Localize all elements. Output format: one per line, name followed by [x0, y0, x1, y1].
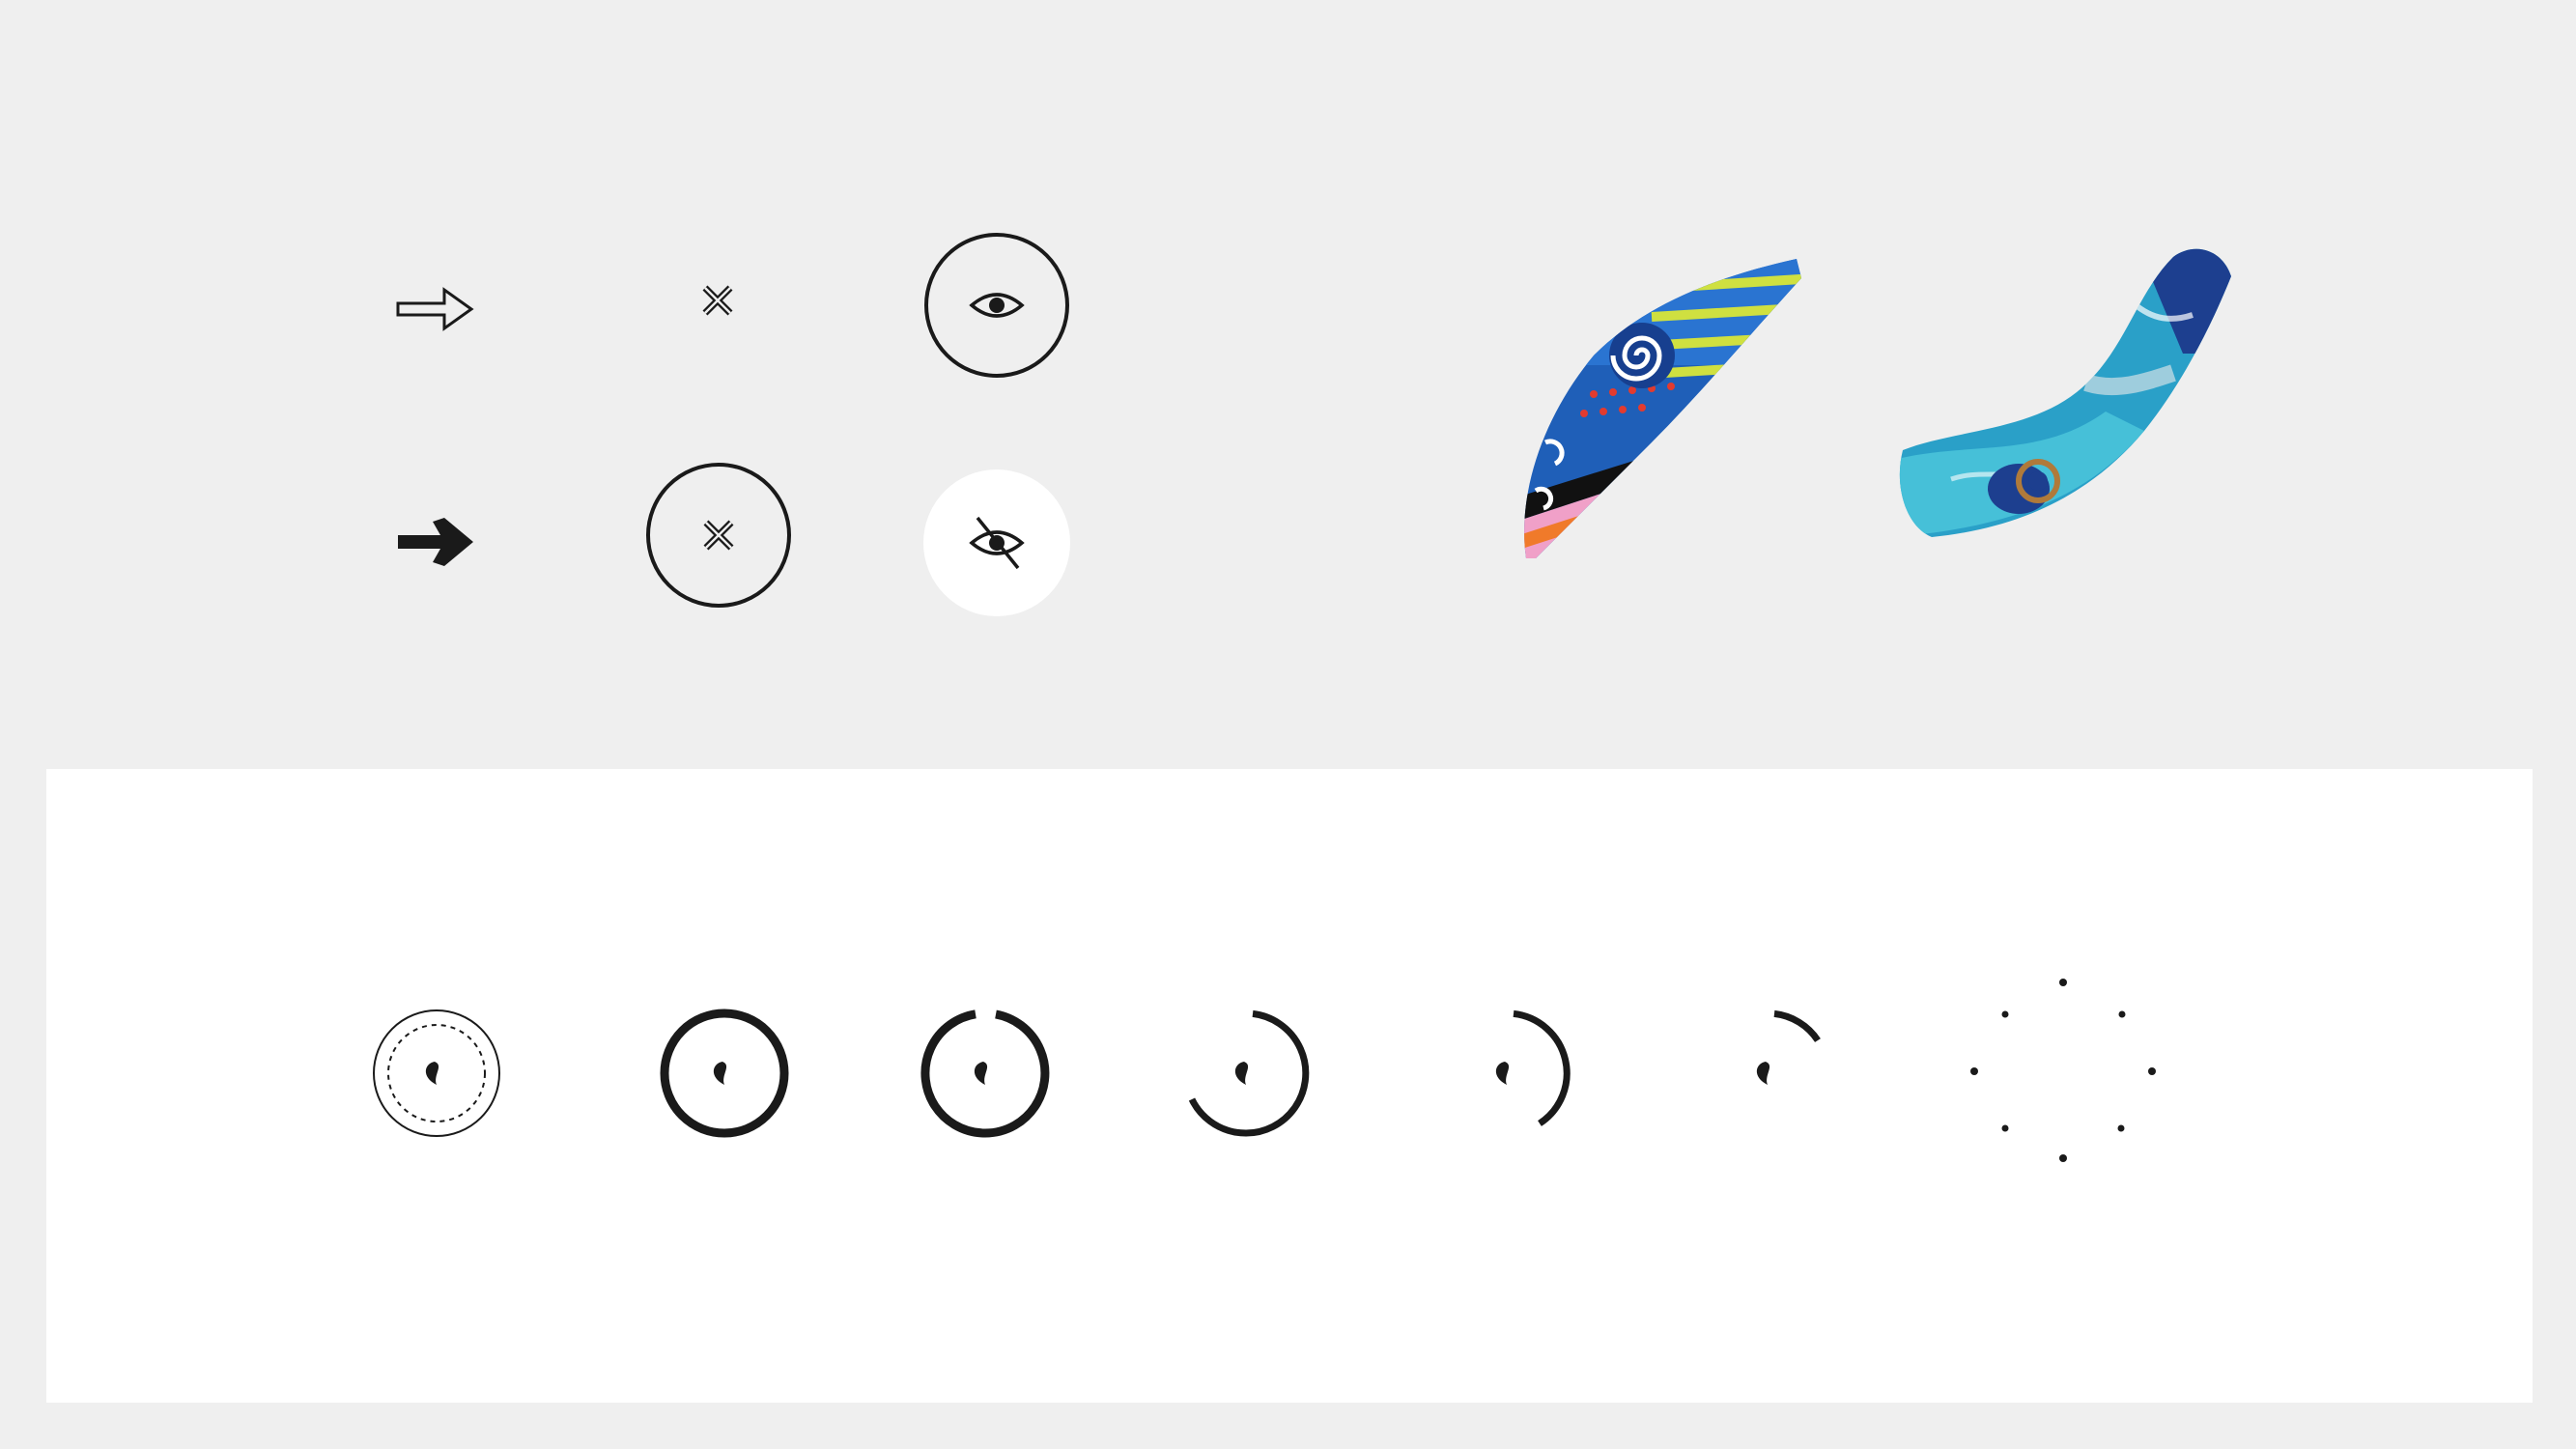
loader-step-4: [1756, 1009, 1821, 1085]
drop-icon: [1495, 1062, 1510, 1085]
drop-icon: [1756, 1062, 1770, 1085]
eye-off-circle-filled-icon[interactable]: [923, 469, 1070, 616]
close-circle-outline-icon[interactable]: [645, 462, 792, 609]
patterned-brush-stroke: [1524, 259, 1801, 558]
close-small-icon[interactable]: [701, 284, 734, 317]
drop-icon: [1234, 1062, 1249, 1085]
eye-circle-outline-icon[interactable]: [923, 232, 1070, 379]
loader-full: [660, 1009, 789, 1138]
drop-icon: [425, 1062, 439, 1085]
loader-dots: [1970, 979, 2156, 1162]
drop-icon: [974, 1062, 988, 1085]
loader-step-3: [1495, 1009, 1571, 1126]
loader-idle: [373, 1009, 500, 1137]
loader-step-1: [920, 1009, 1050, 1138]
drop-icon: [713, 1062, 727, 1085]
arrow-solid-icon[interactable]: [396, 514, 475, 570]
blue-brush-stroke: [1899, 248, 2232, 537]
loader-step-2: [1188, 1009, 1310, 1137]
arrow-outline-icon[interactable]: [394, 280, 477, 338]
